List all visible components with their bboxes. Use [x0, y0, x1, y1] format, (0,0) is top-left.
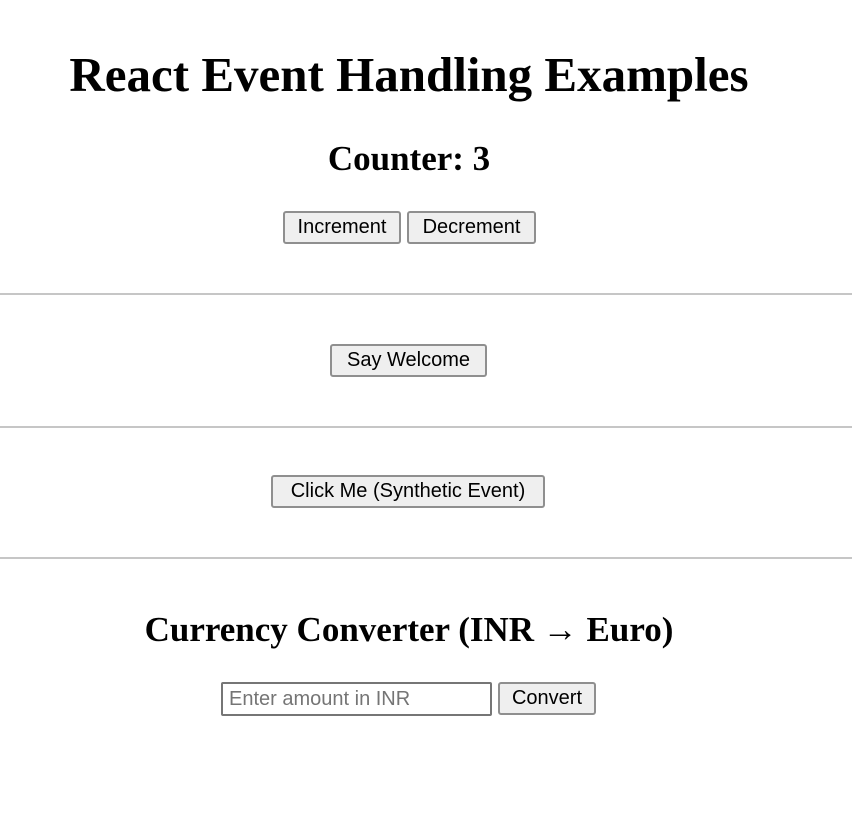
currency-converter-heading: Currency Converter (INR → Euro) — [144, 610, 674, 649]
divider — [0, 293, 852, 295]
increment-button[interactable]: Increment — [283, 211, 401, 244]
inr-amount-input[interactable] — [221, 682, 492, 716]
decrement-button[interactable]: Decrement — [407, 211, 536, 244]
divider — [0, 557, 852, 559]
synthetic-event-button[interactable]: Click Me (Synthetic Event) — [271, 475, 545, 508]
divider — [0, 426, 852, 428]
convert-button[interactable]: Convert — [498, 682, 596, 715]
page-title: React Event Handling Examples — [69, 47, 749, 102]
say-welcome-button[interactable]: Say Welcome — [330, 344, 487, 377]
counter-heading: Counter: 3 — [327, 139, 491, 178]
